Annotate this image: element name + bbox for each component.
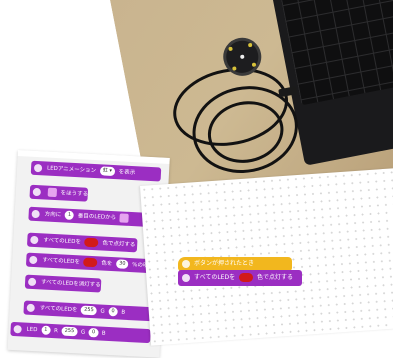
block-show[interactable]: をほうする bbox=[29, 184, 89, 202]
block-all-led-rgb[interactable]: すべてのLEDを 255 G 0 B bbox=[23, 300, 154, 322]
block-all-led-off[interactable]: すべてのLEDを消灯する bbox=[24, 274, 102, 293]
led-icon bbox=[33, 163, 43, 173]
block-dropdown[interactable]: 虹 ▾ bbox=[99, 166, 116, 177]
number-input[interactable]: 0 bbox=[88, 327, 99, 338]
board-pad bbox=[251, 62, 257, 68]
number-input[interactable]: 1 bbox=[40, 325, 51, 335]
block-all-led-color[interactable]: すべてのLEDを 色で点灯する bbox=[26, 232, 138, 253]
number-input[interactable]: 30 bbox=[115, 259, 129, 269]
block-label: LED bbox=[26, 326, 38, 334]
number-input[interactable]: 0 bbox=[108, 306, 118, 317]
number-input[interactable]: 1 bbox=[64, 210, 75, 221]
board-pad bbox=[247, 42, 253, 48]
block-label: 方向に bbox=[44, 211, 62, 219]
button-pressed-hat-block[interactable]: ボタンが押されたとき bbox=[178, 257, 292, 271]
block-label: すべてのLEDを bbox=[39, 305, 78, 314]
color-picker[interactable] bbox=[83, 257, 98, 268]
color-picker[interactable] bbox=[84, 237, 99, 248]
block-label: G bbox=[100, 308, 105, 315]
board-pad bbox=[232, 66, 237, 71]
block-suffix: 番目のLEDから bbox=[77, 213, 117, 222]
block-label: すべてのLEDを bbox=[43, 237, 82, 246]
all-led-color-block[interactable]: すべてのLEDを 色で点灯する bbox=[178, 270, 302, 286]
rotate-icon bbox=[31, 209, 40, 219]
block-label: すべてのLEDを bbox=[42, 257, 81, 266]
cmd-suffix: 色で点灯する bbox=[256, 274, 293, 281]
block-suffix: 色で点灯する bbox=[102, 240, 136, 249]
block-label: すべてのLEDを消灯する bbox=[40, 279, 101, 289]
cmd-label: すべてのLEDを bbox=[194, 274, 236, 281]
led-icon bbox=[13, 325, 22, 334]
block-label: B bbox=[121, 309, 126, 316]
number-input[interactable]: 255 bbox=[61, 326, 78, 337]
led-icon bbox=[30, 235, 39, 245]
block-label: LEDアニメーション bbox=[46, 165, 97, 175]
number-input[interactable]: 255 bbox=[80, 305, 97, 316]
block-all-led-brightness[interactable]: すべてのLEDを 色を 30 %の明 bbox=[25, 252, 159, 274]
led-icon bbox=[26, 303, 35, 313]
button-icon bbox=[182, 260, 190, 268]
led-icon bbox=[32, 187, 42, 197]
board-pad bbox=[239, 54, 245, 60]
block-label: をほうする bbox=[60, 190, 89, 198]
led-icon bbox=[27, 277, 37, 287]
block-suffix: を表示 bbox=[118, 169, 136, 177]
block-led-animation[interactable]: LEDアニメーション 虹 ▾ を表示 bbox=[30, 160, 162, 182]
led-icon bbox=[29, 255, 38, 265]
color-square[interactable] bbox=[47, 187, 58, 198]
block-rotate[interactable]: 方向に 1 番目のLEDから bbox=[28, 206, 149, 227]
block-led-rgb[interactable]: LED 1 R 255 G 0 B bbox=[10, 321, 151, 344]
block-label: R bbox=[53, 328, 59, 335]
block-label: B bbox=[101, 330, 106, 337]
led-icon bbox=[182, 274, 190, 282]
hat-label: ボタンが押されたとき bbox=[194, 260, 255, 267]
color-square[interactable] bbox=[119, 213, 130, 223]
color-picker[interactable] bbox=[239, 273, 254, 282]
board-pad bbox=[228, 46, 233, 52]
block-label: 色を bbox=[101, 260, 113, 268]
block-label: G bbox=[80, 329, 86, 336]
